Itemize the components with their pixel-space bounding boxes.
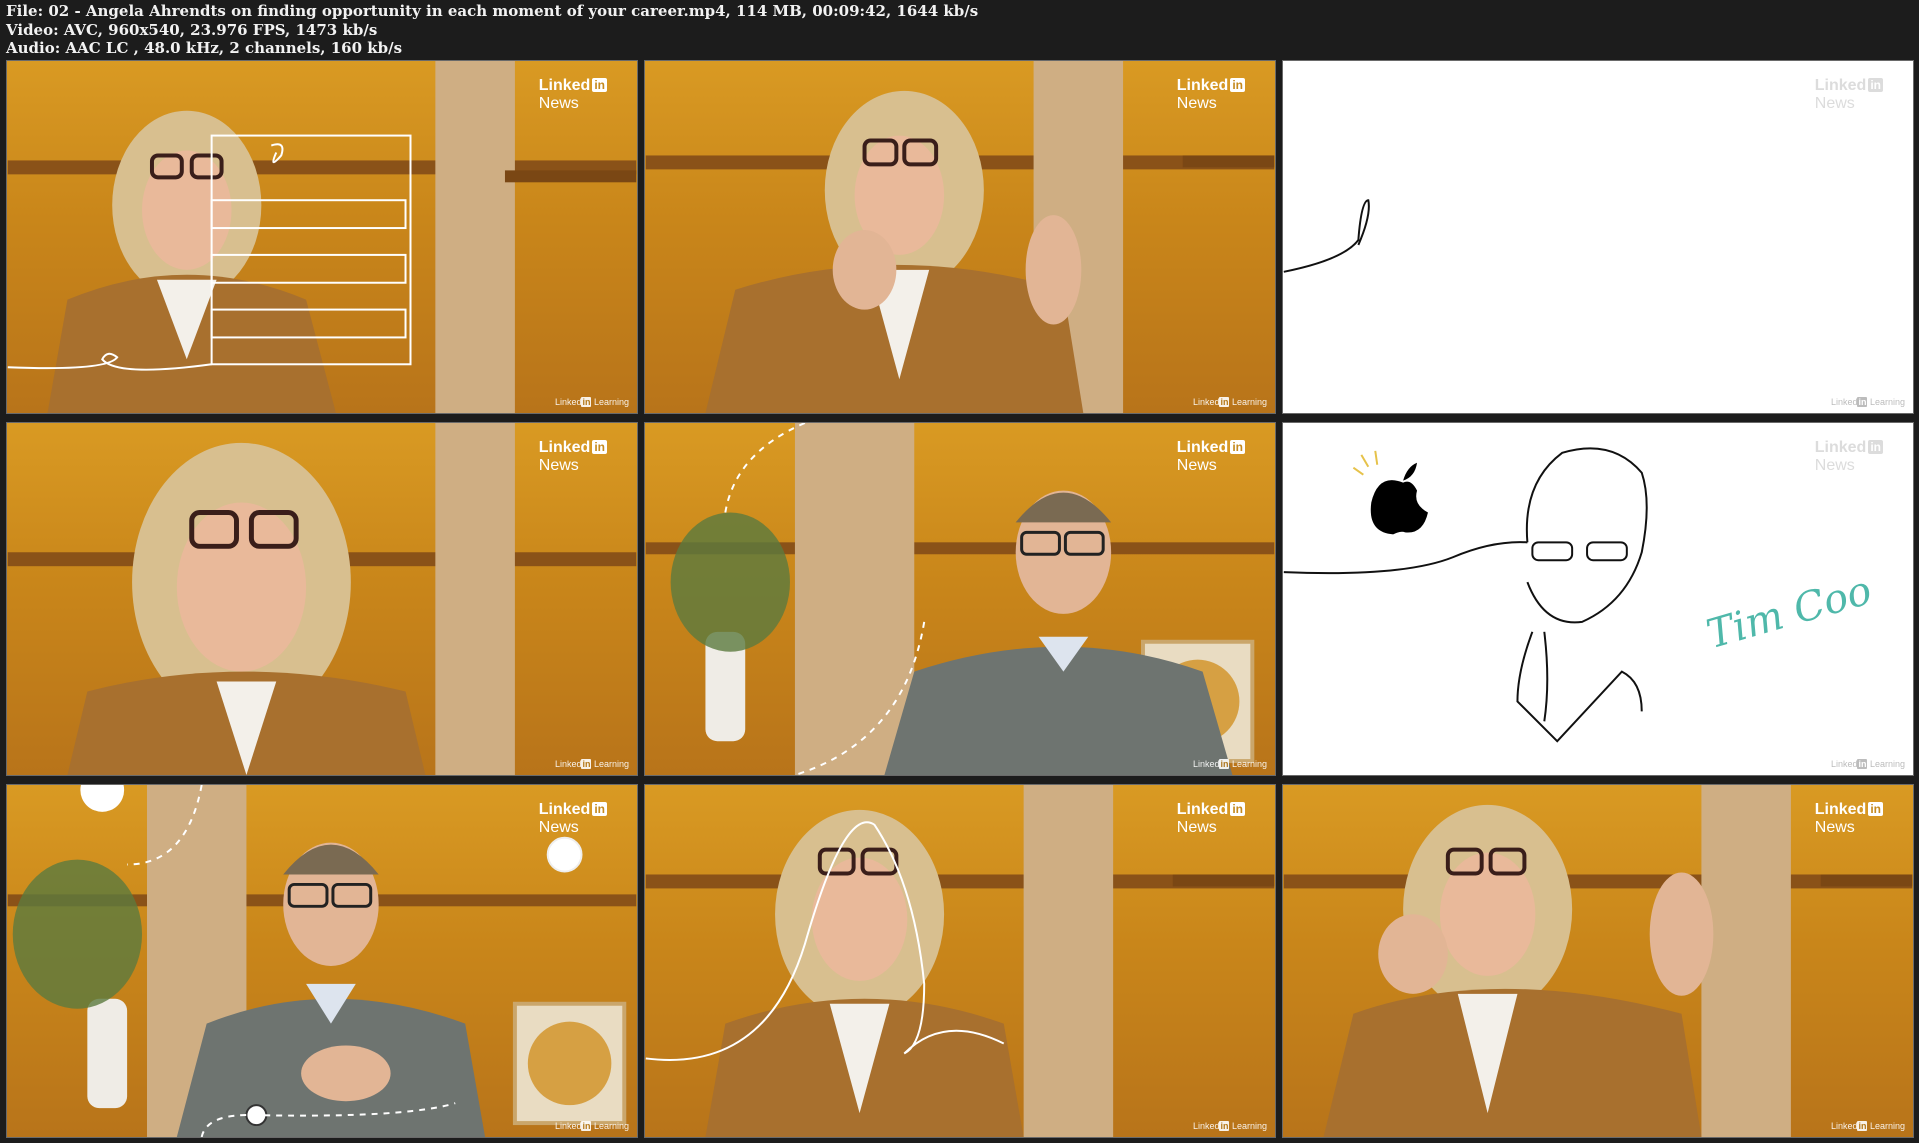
scene-man-gesturing: [7, 785, 637, 1137]
linkedin-learning-watermark: Linkedin Learning: [554, 397, 629, 407]
linkedin-news-logo: Linked in News: [1814, 801, 1883, 836]
linkedin-news-logo: Linked in News: [538, 77, 607, 112]
linkedin-learning-watermark: Linkedin Learning: [1192, 397, 1267, 407]
scene-man-speaking: [645, 423, 1275, 775]
linkedin-news-logo: Linked in News: [1176, 77, 1245, 112]
linkedin-news-logo: Linked in News: [1176, 801, 1245, 836]
file-info-header: File: 02 - Angela Ahrendts on finding op…: [6, 0, 1906, 60]
scene-woman-curve-overlay: [645, 785, 1275, 1137]
linkedin-news-logo: Linked in News: [1814, 439, 1883, 474]
apple-logo-icon: [1370, 462, 1428, 535]
linkedin-learning-watermark: Linkedin Learning: [554, 759, 629, 769]
file-info-line: File: 02 - Angela Ahrendts on finding op…: [6, 2, 979, 20]
thumbnail-6[interactable]: Tim Coo Linked in News Linkedin Learning: [1282, 422, 1914, 776]
linkedin-news-logo: Linked in News: [1814, 77, 1883, 112]
thumbnail-2[interactable]: Linked in News Linkedin Learning: [644, 60, 1276, 414]
scene-woman-gesturing: [645, 61, 1275, 413]
linkedin-news-logo: Linked in News: [538, 801, 607, 836]
thumbnail-8[interactable]: Linked in News Linkedin Learning: [644, 784, 1276, 1138]
linkedin-learning-watermark: Linkedin Learning: [1830, 1121, 1905, 1131]
thumbnail-3[interactable]: Linked in News Linkedin Learning: [1282, 60, 1914, 414]
scene-line-drawing-start: [1283, 199, 1370, 273]
linkedin-learning-watermark: Linkedin Learning: [1192, 1121, 1267, 1131]
linkedin-learning-watermark: Linkedin Learning: [1830, 759, 1905, 769]
linkedin-news-logo: Linked in News: [1176, 439, 1245, 474]
thumbnail-1[interactable]: Linked in News Linkedin Learning: [6, 60, 638, 414]
thumbnail-7[interactable]: Linked in News Linkedin Learning: [6, 784, 638, 1138]
video-info-line: Video: AVC, 960x540, 23.976 FPS, 1473 kb…: [6, 20, 378, 39]
audio-info-line: Audio: AAC LC , 48.0 kHz, 2 channels, 16…: [6, 39, 403, 57]
linkedin-news-logo: Linked in News: [538, 439, 607, 474]
linkedin-learning-watermark: Linkedin Learning: [1830, 397, 1905, 407]
scene-woman-form-overlay: [7, 61, 637, 413]
scene-woman-raising-hands: [1283, 785, 1913, 1137]
linkedin-learning-watermark: Linkedin Learning: [1192, 759, 1267, 769]
thumbnail-grid: Linked in News Linkedin Learning Linked in…: [6, 60, 1914, 1138]
scene-woman-closeup: [7, 423, 637, 775]
thumbnail-5[interactable]: Linked in News Linkedin Learning: [644, 422, 1276, 776]
thumbnail-9[interactable]: Linked in News Linkedin Learning: [1282, 784, 1914, 1138]
linkedin-learning-watermark: Linkedin Learning: [554, 1121, 629, 1131]
thumbnail-4[interactable]: Linked in News Linkedin Learning: [6, 422, 638, 776]
